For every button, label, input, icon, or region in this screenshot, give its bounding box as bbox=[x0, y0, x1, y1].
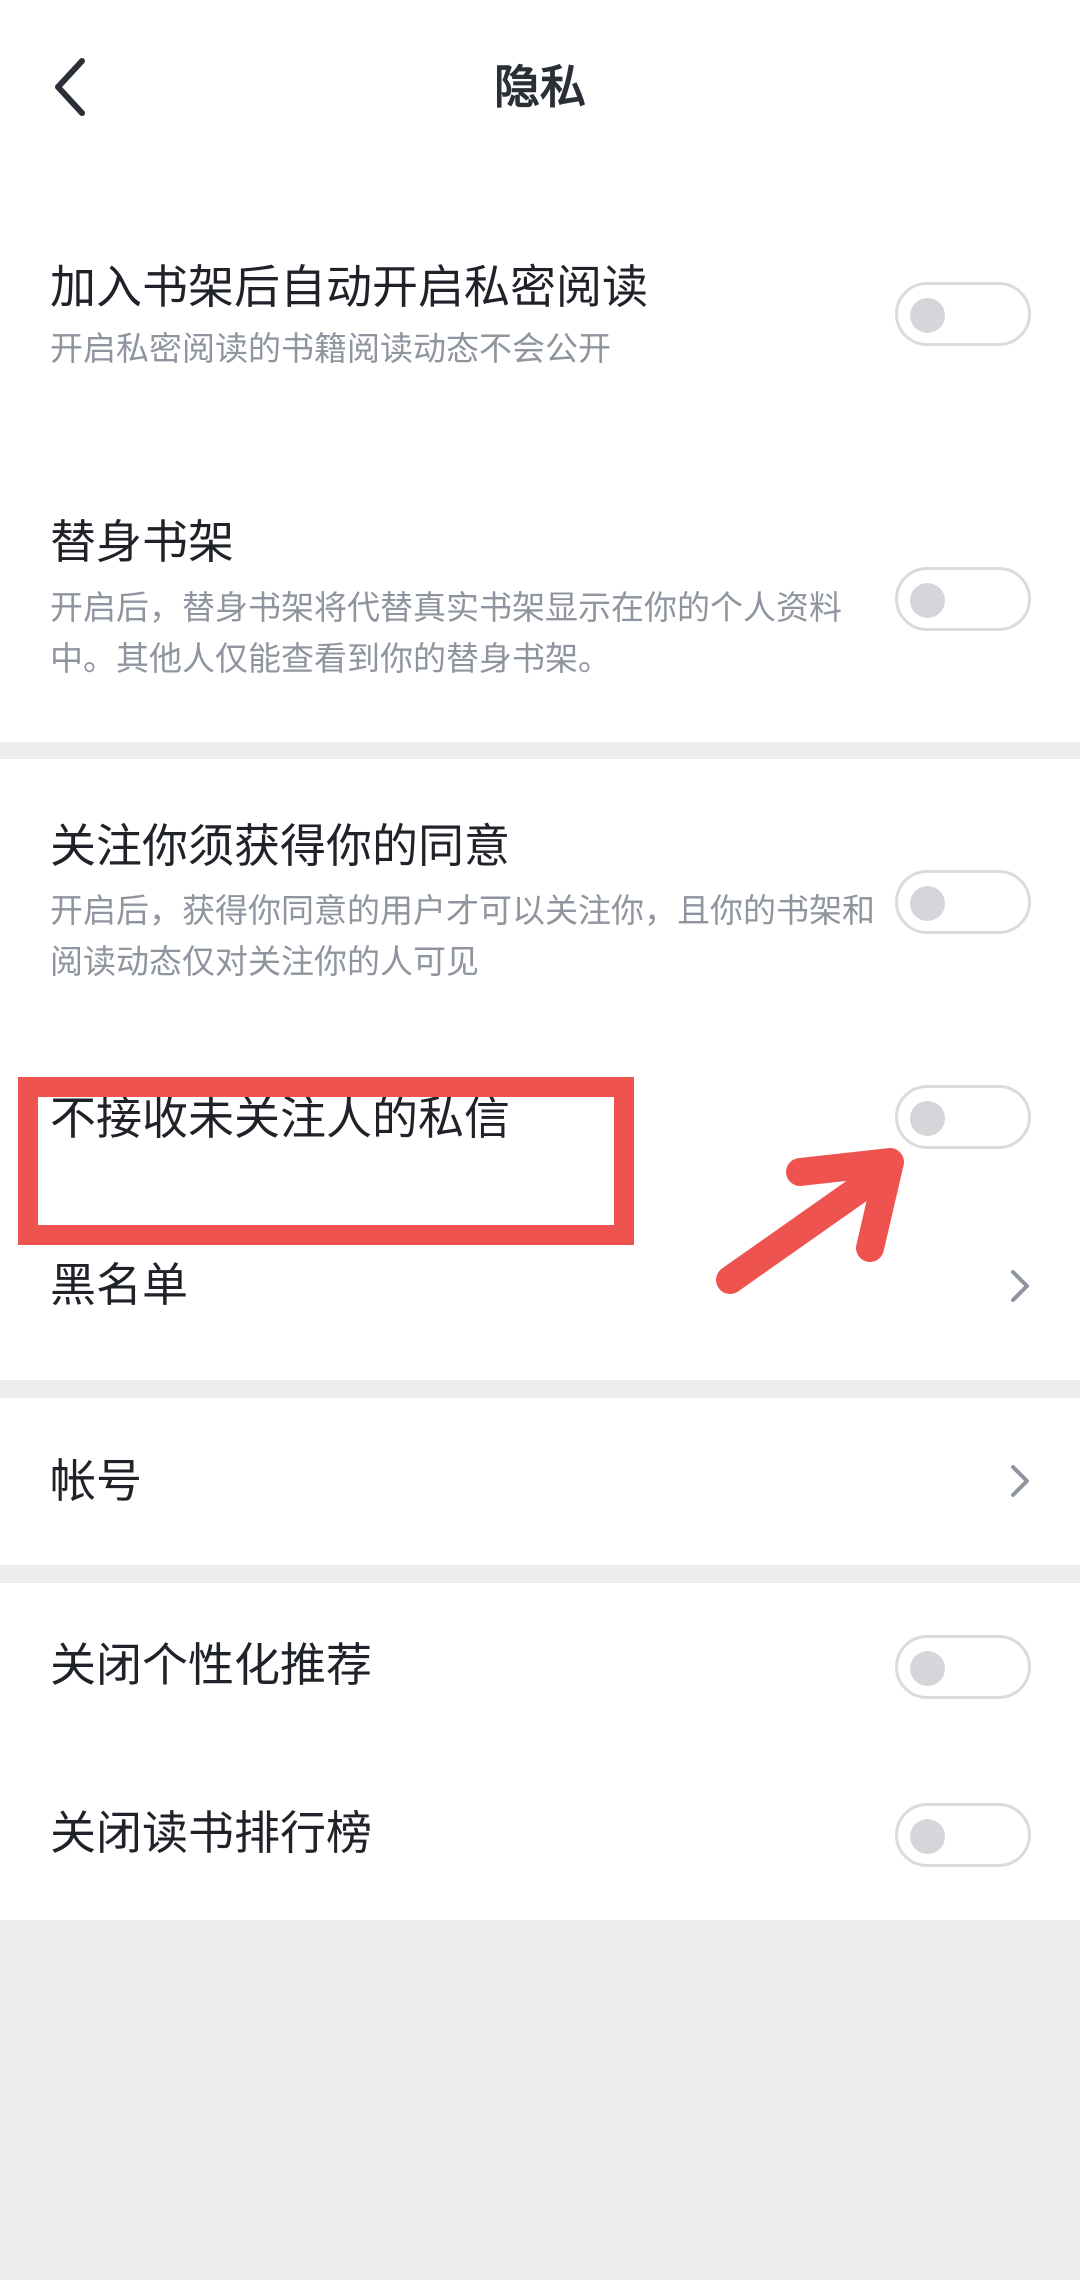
chevron-right-icon bbox=[1011, 1465, 1029, 1497]
row-title: 替身书架 bbox=[50, 515, 234, 569]
arrow-icon bbox=[716, 1148, 904, 1294]
alias-shelf-toggle[interactable] bbox=[895, 567, 1031, 631]
row-auto-private-reading: 加入书架后自动开启私密阅读 开启私密阅读的书籍阅读动态不会公开 bbox=[0, 175, 1080, 430]
row-title: 帐号 bbox=[50, 1454, 142, 1508]
section-recommendation: 关闭个性化推荐 关闭读书排行榜 bbox=[0, 1583, 1080, 1920]
toggle-knob bbox=[910, 298, 945, 333]
row-title: 关闭个性化推荐 bbox=[50, 1638, 372, 1692]
row-personalized-recommendation: 关闭个性化推荐 bbox=[0, 1583, 1080, 1751]
toggle-knob bbox=[910, 1819, 945, 1854]
toggle-knob bbox=[910, 1101, 945, 1136]
top-bar: 隐私 bbox=[0, 0, 1080, 175]
row-account[interactable]: 帐号 bbox=[0, 1398, 1080, 1565]
chevron-right-icon bbox=[1011, 1270, 1029, 1302]
page-title: 隐私 bbox=[494, 60, 586, 114]
section-reading-privacy: 加入书架后自动开启私密阅读 开启私密阅读的书籍阅读动态不会公开 替身书架 开启后… bbox=[0, 175, 1080, 742]
row-description: 开启后，获得你同意的用户才可以关注你，且你的书架和阅读动态仅对关注你的人可见 bbox=[50, 891, 875, 981]
section-account: 帐号 bbox=[0, 1398, 1080, 1565]
row-description: 开启后，替身书架将代替真实书架显示在你的个人资料中。其他人仅能查看到你的替身书架… bbox=[50, 588, 842, 678]
toggle-knob bbox=[910, 886, 945, 921]
row-follow-consent: 关注你须获得你的同意 开启后，获得你同意的用户才可以关注你，且你的书架和阅读动态… bbox=[0, 759, 1080, 1019]
row-title: 加入书架后自动开启私密阅读 bbox=[50, 260, 648, 314]
row-alias-shelf: 替身书架 开启后，替身书架将代替真实书架显示在你的个人资料中。其他人仅能查看到你… bbox=[0, 430, 1080, 742]
row-title: 关注你须获得你的同意 bbox=[50, 819, 510, 873]
toggle-knob bbox=[910, 1651, 945, 1686]
auto-private-reading-toggle[interactable] bbox=[895, 282, 1031, 346]
row-title: 关闭读书排行榜 bbox=[50, 1806, 372, 1860]
follow-consent-toggle[interactable] bbox=[895, 870, 1031, 934]
row-reading-ranking: 关闭读书排行榜 bbox=[0, 1751, 1080, 1920]
row-title: 黑名单 bbox=[50, 1258, 188, 1312]
reading-ranking-toggle[interactable] bbox=[895, 1803, 1031, 1867]
toggle-knob bbox=[910, 583, 945, 618]
personalized-recommendation-toggle[interactable] bbox=[895, 1635, 1031, 1699]
row-description: 开启私密阅读的书籍阅读动态不会公开 bbox=[50, 329, 611, 368]
highlight-box bbox=[18, 1077, 634, 1245]
